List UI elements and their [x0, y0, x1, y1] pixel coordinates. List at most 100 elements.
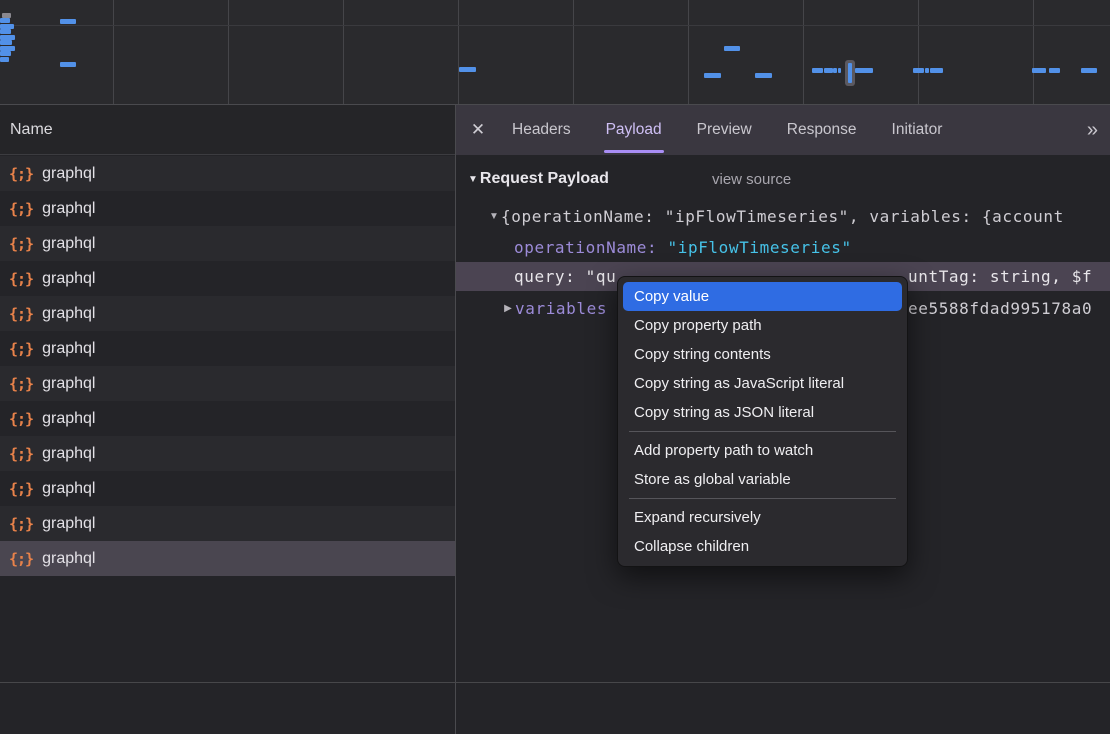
menu-item-copy-value[interactable]: Copy value — [623, 282, 902, 311]
request-payload-title: Request Payload — [480, 170, 609, 188]
context-menu: Copy valueCopy property pathCopy string … — [617, 276, 908, 567]
menu-divider — [629, 431, 896, 432]
timeline-grid-line — [688, 0, 689, 104]
request-timing-bar — [855, 68, 873, 73]
request-row[interactable]: {;} graphql — [0, 261, 455, 296]
request-row[interactable]: {;}graphql — [0, 156, 455, 191]
request-row[interactable]: {;} graphql — [0, 296, 455, 331]
timeline-grid-line — [1033, 0, 1034, 104]
request-row[interactable]: {;}graphql — [0, 366, 455, 401]
network-overview-timeline[interactable] — [0, 0, 1110, 105]
view-source-link[interactable]: view source — [712, 171, 791, 188]
request-name-label: graphql — [42, 550, 95, 568]
request-timing-bar — [812, 68, 823, 73]
menu-item-copy-string-as-javascript-literal[interactable]: Copy string as JavaScript literal — [623, 369, 902, 398]
payload-operationname-row[interactable]: operationName: "ipFlowTimeseries" — [456, 235, 1110, 259]
menu-item-collapse-children[interactable]: Collapse children — [623, 532, 902, 561]
menu-item-copy-string-as-json-literal[interactable]: Copy string as JSON literal — [623, 398, 902, 427]
payload-root-row[interactable]: ▼ {operationName: "ipFlowTimeseries", va… — [456, 204, 1110, 228]
tab-preview[interactable]: Preview — [697, 105, 752, 155]
request-timing-bar — [824, 68, 833, 73]
request-timing-bar — [704, 73, 721, 78]
root-expanded-triangle-icon[interactable]: ▼ — [487, 211, 501, 222]
section-collapse-triangle-icon[interactable]: ▼ — [468, 174, 478, 185]
space-separator — [657, 238, 667, 257]
query-row-right-fragment: untTag: string, $f — [908, 267, 1092, 286]
timeline-grid-line — [918, 0, 919, 104]
request-row[interactable]: {;} graphql — [0, 401, 455, 436]
request-timing-bar — [913, 68, 924, 73]
request-name-label: graphql — [42, 305, 95, 323]
tab-response[interactable]: Response — [787, 105, 857, 155]
payload-root-preview: {operationName: "ipFlowTimeseries", vari… — [501, 207, 1064, 226]
request-name-label: graphql — [42, 480, 95, 498]
close-details-button[interactable]: ✕ — [456, 105, 500, 155]
json-braces-icon: {;} — [9, 550, 33, 568]
menu-item-add-property-path-to-watch[interactable]: Add property path to watch — [623, 436, 902, 465]
request-timing-bar — [0, 51, 11, 56]
menu-divider — [629, 498, 896, 499]
json-braces-icon: {;} — [9, 270, 33, 288]
request-row[interactable]: {;} graphql — [0, 506, 455, 541]
request-timing-bar — [0, 57, 9, 62]
json-braces-icon: {;} — [9, 235, 33, 253]
request-timing-bar — [60, 62, 76, 67]
request-timing-bar — [755, 73, 772, 78]
request-row[interactable]: {;} graphql — [0, 471, 455, 506]
tab-payload[interactable]: Payload — [606, 105, 662, 155]
variables-key: variables — [515, 299, 607, 318]
request-timing-bar — [0, 40, 12, 45]
json-braces-icon: {;} — [9, 480, 33, 498]
request-row[interactable]: {;} graphql — [0, 436, 455, 471]
request-row[interactable]: {;} graphql — [0, 226, 455, 261]
json-braces-icon: {;} — [9, 445, 33, 463]
timeline-grid-line — [343, 0, 344, 104]
request-row[interactable]: {;} graphql — [0, 541, 455, 576]
column-header-name[interactable]: Name — [0, 105, 455, 155]
request-name-label: graphql — [42, 235, 95, 253]
timeline-horizontal-line — [0, 25, 1110, 26]
tab-label: Preview — [697, 121, 752, 139]
window-bottom-edge — [0, 734, 1110, 740]
timeline-grid-line — [113, 0, 114, 104]
request-timing-bar — [724, 46, 740, 51]
tab-label: Payload — [606, 121, 662, 139]
variables-row-right-fragment: ee5588fdad995178a0 — [908, 299, 1092, 318]
json-braces-icon: {;} — [9, 305, 33, 323]
tab-initiator[interactable]: Initiator — [892, 105, 943, 155]
request-timing-bar — [930, 68, 943, 73]
json-braces-icon: {;} — [9, 515, 33, 533]
column-header-name-label: Name — [10, 121, 53, 139]
query-row-left-fragment: query: "qu — [514, 267, 616, 286]
menu-item-store-as-global-variable[interactable]: Store as global variable — [623, 465, 902, 494]
request-timing-bar — [1049, 68, 1060, 73]
request-name-label: graphql — [42, 200, 95, 218]
request-name-label: graphql — [42, 340, 95, 358]
more-tabs-icon[interactable]: » — [1087, 105, 1096, 155]
request-name-label: graphql — [42, 410, 95, 428]
list-footer-divider — [0, 682, 1110, 683]
timeline-grid-line — [458, 0, 459, 104]
tab-label: Response — [787, 121, 857, 139]
menu-item-copy-property-path[interactable]: Copy property path — [623, 311, 902, 340]
menu-item-copy-string-contents[interactable]: Copy string contents — [623, 340, 902, 369]
timeline-hover-marker — [845, 60, 855, 86]
request-name-label: graphql — [42, 445, 95, 463]
timeline-hover-marker-bar — [848, 63, 852, 83]
tab-label: Headers — [512, 121, 571, 139]
menu-item-expand-recursively[interactable]: Expand recursively — [623, 503, 902, 532]
variables-collapsed-triangle-icon[interactable]: ▶ — [501, 303, 515, 314]
request-row[interactable]: {;}graphql — [0, 331, 455, 366]
timeline-grid-line — [573, 0, 574, 104]
request-row[interactable]: {;}graphql — [0, 191, 455, 226]
request-timing-bar — [838, 68, 841, 73]
request-timing-bar-gray — [2, 13, 11, 18]
request-name-label: graphql — [42, 270, 95, 288]
request-timing-bar — [833, 68, 837, 73]
tab-headers[interactable]: Headers — [512, 105, 571, 155]
json-braces-icon: {;} — [9, 410, 33, 428]
request-name-label: graphql — [42, 515, 95, 533]
details-tabs: Headers Payload Preview Response Initiator — [512, 105, 942, 155]
request-timing-bar — [60, 19, 76, 24]
request-timing-bar — [459, 67, 476, 72]
